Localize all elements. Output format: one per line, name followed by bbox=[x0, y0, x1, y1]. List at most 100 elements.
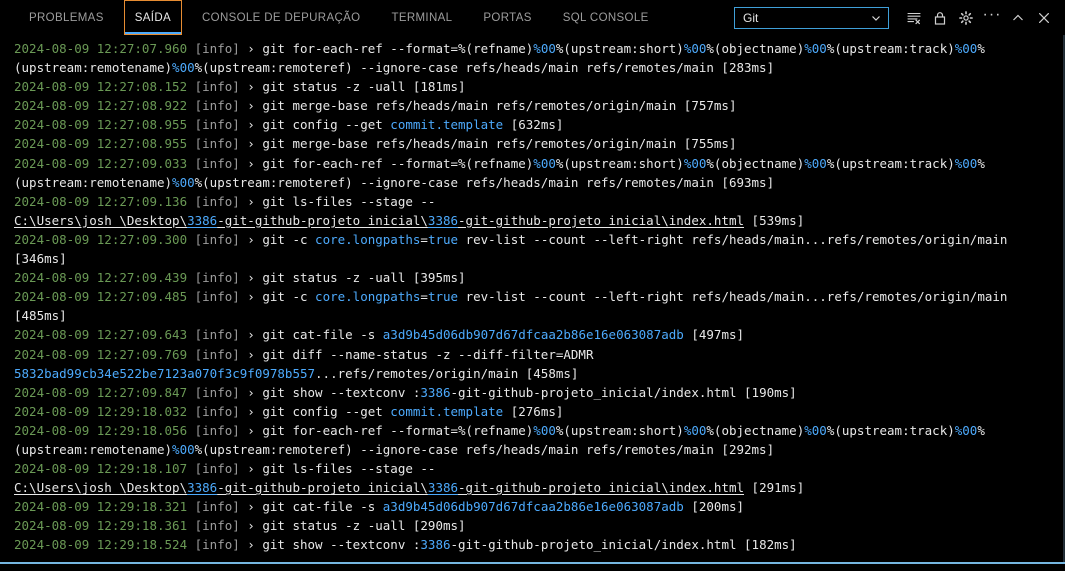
log-link[interactable]: %00 bbox=[684, 156, 707, 171]
log-link[interactable]: %00 bbox=[533, 156, 556, 171]
log-level: [info] bbox=[194, 231, 240, 247]
path-segment: C:\Users\josh_\Desktop\ bbox=[14, 212, 188, 228]
tab-sql-console[interactable]: SQL CONSOLE bbox=[552, 0, 660, 35]
log-link[interactable]: core.longpaths bbox=[315, 232, 420, 247]
log-link[interactable]: 3386 bbox=[420, 385, 450, 400]
log-text: git config --get bbox=[262, 117, 391, 133]
log-link[interactable]: %00 bbox=[955, 423, 978, 438]
log-link[interactable]: %00 bbox=[172, 175, 195, 190]
log-link[interactable]: true bbox=[428, 232, 458, 247]
log-link[interactable]: %00 bbox=[804, 41, 827, 56]
path-segment: -git-github-projeto_inicial\index.html bbox=[458, 212, 745, 228]
log-text: %(objectname) bbox=[706, 422, 805, 438]
log-arrow: › bbox=[239, 155, 263, 171]
log-level: [info] bbox=[194, 41, 240, 56]
tab-saida[interactable]: SAÍDA bbox=[123, 0, 182, 35]
file-path-link[interactable]: C:\Users\josh_\Desktop\ 3386-git-github-p… bbox=[14, 213, 744, 228]
log-level: [info] bbox=[194, 403, 240, 419]
log-text: git merge-base refs/heads/main refs/remo… bbox=[262, 136, 737, 152]
path-segment: -git-github-projeto_inicial\index.html bbox=[458, 480, 745, 496]
log-arrow: › bbox=[239, 79, 263, 95]
log-link[interactable]: %00 bbox=[804, 423, 827, 438]
output-view[interactable]: 2024-08-09 12:27:07.960 [info] › git for… bbox=[0, 35, 1065, 562]
log-arrow: › bbox=[239, 231, 263, 247]
log-line: 2024-08-09 12:29:18.107 [info] › git ls-… bbox=[14, 459, 1064, 478]
log-arrow: › bbox=[239, 193, 263, 209]
log-link[interactable]: commit.template bbox=[390, 117, 503, 132]
log-link[interactable]: true bbox=[428, 289, 458, 304]
file-path-link[interactable]: C:\Users\josh_\Desktop\3386-git-github-p… bbox=[14, 480, 744, 495]
output-channel-select[interactable]: Git bbox=[734, 6, 889, 29]
log-timestamp: 2024-08-09 12:27:08.922 bbox=[14, 98, 188, 114]
tab-console-depuracao[interactable]: CONSOLE DE DEPURAÇÃO bbox=[191, 0, 371, 35]
log-timestamp: 2024-08-09 12:27:08.955 bbox=[14, 136, 188, 152]
path-segment: -git-github-projeto_inicial\ bbox=[217, 212, 428, 228]
log-link[interactable]: %00 bbox=[533, 41, 556, 56]
log-text: [539ms] bbox=[744, 212, 805, 228]
log-text: %(upstream:remoteref) --ignore-case refs… bbox=[194, 174, 775, 190]
log-timestamp: 2024-08-09 12:27:08.955 bbox=[14, 117, 188, 133]
log-level: [info] bbox=[194, 79, 240, 95]
output-log[interactable]: 2024-08-09 12:27:07.960 [info] › git for… bbox=[0, 35, 1064, 562]
settings-button[interactable] bbox=[953, 5, 979, 31]
log-link[interactable]: commit.template bbox=[390, 404, 503, 419]
tab-label: TERMINAL bbox=[391, 11, 453, 24]
log-arrow: › bbox=[239, 327, 263, 343]
log-line: 2024-08-09 12:27:09.300 [info] › git -c … bbox=[14, 230, 1064, 268]
log-link[interactable]: %00 bbox=[955, 41, 978, 56]
log-link[interactable]: %00 bbox=[955, 156, 978, 171]
maximize-panel-button[interactable] bbox=[1005, 5, 1031, 31]
tab-label: SQL CONSOLE bbox=[562, 11, 649, 24]
log-link[interactable]: %00 bbox=[533, 423, 556, 438]
log-text: git cat-file -s bbox=[262, 327, 383, 343]
log-text: = bbox=[420, 231, 428, 247]
log-line: 2024-08-09 12:29:18.056 [info] › git for… bbox=[14, 421, 1064, 459]
path-segment-highlight: 3386 bbox=[427, 212, 459, 228]
log-link[interactable]: %00 bbox=[684, 423, 707, 438]
log-text: %(upstream:track) bbox=[826, 155, 955, 171]
log-arrow: › bbox=[239, 461, 263, 477]
path-segment: -git-github-projeto_inicial\ bbox=[217, 480, 428, 496]
tab-terminal[interactable]: TERMINAL bbox=[380, 0, 463, 35]
log-link[interactable]: a3d9b45d06db907d67dfcaa2b86e16e063087adb bbox=[383, 499, 684, 514]
log-line: 2024-08-09 12:29:18.321 [info] › git cat… bbox=[14, 497, 1064, 516]
close-panel-button[interactable] bbox=[1031, 5, 1057, 31]
log-arrow: › bbox=[239, 117, 263, 133]
log-link[interactable]: a3d9b45d06db907d67dfcaa2b86e16e063087adb bbox=[383, 327, 684, 342]
tab-portas[interactable]: PORTAS bbox=[472, 0, 542, 35]
status-bar bbox=[0, 562, 1065, 571]
log-text: git status -z -uall [395ms] bbox=[262, 270, 466, 286]
output-scrollbar[interactable] bbox=[1063, 35, 1064, 562]
log-link[interactable]: %00 bbox=[172, 442, 195, 457]
path-segment: C:\Users\josh_\Desktop\ bbox=[14, 480, 188, 496]
log-level: [info] bbox=[194, 270, 240, 286]
lock-scroll-button[interactable] bbox=[927, 5, 953, 31]
log-link[interactable]: 3386 bbox=[420, 537, 450, 552]
tab-label: PORTAS bbox=[483, 11, 532, 24]
log-arrow: › bbox=[239, 422, 263, 438]
log-link[interactable]: %00 bbox=[684, 41, 707, 56]
log-link[interactable]: core.longpaths bbox=[315, 289, 420, 304]
log-timestamp: 2024-08-09 12:29:18.032 bbox=[14, 403, 188, 419]
chevron-up-icon bbox=[1010, 10, 1026, 26]
log-level: [info] bbox=[194, 461, 240, 477]
log-level: [info] bbox=[194, 346, 240, 362]
log-level: [info] bbox=[194, 422, 240, 438]
log-timestamp: 2024-08-09 12:27:09.136 bbox=[14, 193, 188, 209]
log-link[interactable]: %00 bbox=[804, 156, 827, 171]
log-link[interactable]: %00 bbox=[172, 60, 195, 75]
log-text: %(upstream:short) bbox=[555, 155, 684, 171]
log-timestamp: 2024-08-09 12:27:09.300 bbox=[14, 231, 188, 247]
tab-problemas[interactable]: PROBLEMAS bbox=[18, 0, 115, 35]
ellipsis-icon: ··· bbox=[982, 5, 1002, 23]
log-text: [200ms] bbox=[683, 499, 745, 515]
clear-output-button[interactable] bbox=[901, 5, 927, 31]
more-actions-button[interactable]: ··· bbox=[979, 2, 1005, 34]
tab-label: SAÍDA bbox=[134, 11, 171, 24]
lock-icon bbox=[932, 10, 948, 26]
chevron-down-icon bbox=[869, 11, 883, 25]
log-text: = bbox=[420, 289, 428, 305]
log-arrow: › bbox=[239, 270, 263, 286]
log-link[interactable]: 5832bad99cb34e522be7123a070f3c9f0978b557 bbox=[14, 366, 315, 381]
log-timestamp: 2024-08-09 12:27:09.485 bbox=[14, 289, 188, 305]
